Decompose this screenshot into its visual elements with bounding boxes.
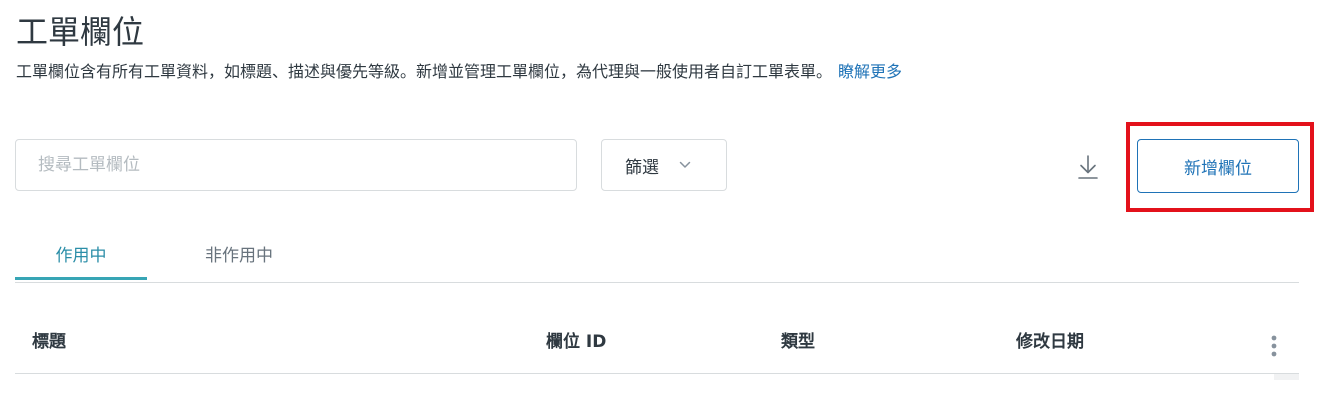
search-box[interactable] bbox=[15, 139, 577, 191]
column-header-modified-date[interactable]: 修改日期 bbox=[1016, 313, 1084, 371]
page-description: 工單欄位含有所有工單資料，如標題、描述與優先等級。新增並管理工單欄位，為代理與一… bbox=[16, 60, 902, 84]
more-vertical-icon[interactable] bbox=[1267, 333, 1281, 361]
add-field-button[interactable]: 新增欄位 bbox=[1137, 139, 1299, 193]
tab-active[interactable]: 作用中 bbox=[15, 232, 147, 280]
chevron-down-icon bbox=[679, 161, 691, 169]
search-input[interactable] bbox=[16, 140, 576, 190]
download-icon[interactable] bbox=[1076, 154, 1100, 180]
tab-list: 作用中 非作用中 bbox=[15, 232, 1299, 283]
tab-inactive-label: 非作用中 bbox=[205, 246, 273, 266]
learn-more-link[interactable]: 瞭解更多 bbox=[838, 62, 902, 81]
column-header-type[interactable]: 類型 bbox=[781, 313, 815, 371]
filter-label: 篩選 bbox=[625, 157, 659, 178]
table-header: 標題 欄位 ID 類型 修改日期 bbox=[15, 313, 1299, 374]
column-header-title[interactable]: 標題 bbox=[32, 313, 66, 371]
tab-inactive[interactable]: 非作用中 bbox=[173, 232, 305, 280]
filter-dropdown[interactable]: 篩選 bbox=[601, 139, 727, 191]
page-title: 工單欄位 bbox=[16, 13, 145, 51]
table-scroll-edge bbox=[1274, 374, 1299, 380]
tab-active-label: 作用中 bbox=[55, 246, 107, 266]
column-header-field-id[interactable]: 欄位 ID bbox=[546, 313, 606, 371]
page-description-text: 工單欄位含有所有工單資料，如標題、描述與優先等級。新增並管理工單欄位，為代理與一… bbox=[16, 62, 833, 81]
